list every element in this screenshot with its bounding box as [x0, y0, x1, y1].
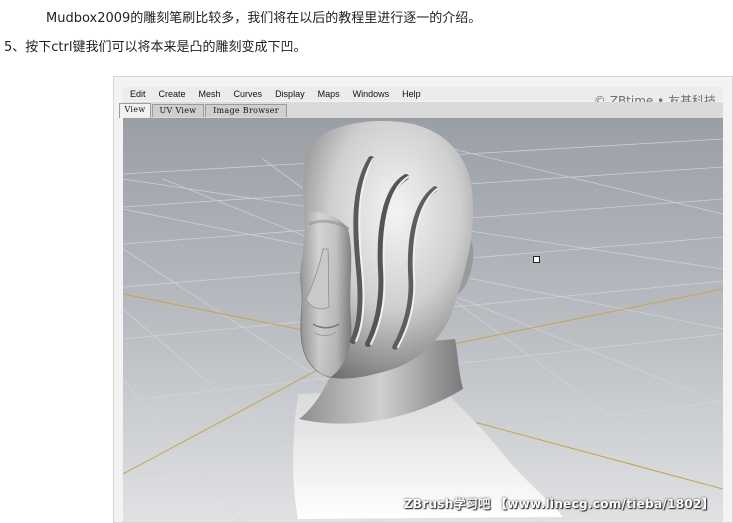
view-tabs: View UV View Image Browser	[119, 102, 723, 119]
article-line-2: 5、按下ctrl键我们可以将本来是凸的雕刻变成下凹。	[4, 40, 307, 55]
article-line-1: Mudbox2009的雕刻笔刷比较多，我们将在以后的教程里进行逐一的介绍。	[46, 11, 482, 26]
selection-marker[interactable]	[533, 256, 540, 263]
menu-edit[interactable]: Edit	[123, 87, 152, 101]
menu-maps[interactable]: Maps	[311, 87, 346, 101]
menu-curves[interactable]: Curves	[227, 87, 269, 101]
menu-mesh[interactable]: Mesh	[192, 87, 227, 101]
tab-uv-view[interactable]: UV View	[152, 104, 204, 117]
menu-display[interactable]: Display	[268, 87, 311, 101]
menu-help[interactable]: Help	[395, 87, 427, 101]
mudbox-screenshot: Edit Create Mesh Curves Display Maps Windows He…	[113, 76, 733, 523]
3d-viewport[interactable]	[123, 119, 723, 522]
menu-create[interactable]: Create	[152, 87, 192, 101]
tab-view[interactable]: View	[119, 103, 151, 118]
menu-windows[interactable]: Windows	[346, 87, 396, 101]
watermark: ZBrush学习吧 【www.linecg.com/tieba/1802】	[403, 497, 714, 511]
tab-image-browser[interactable]: Image Browser	[205, 104, 287, 117]
